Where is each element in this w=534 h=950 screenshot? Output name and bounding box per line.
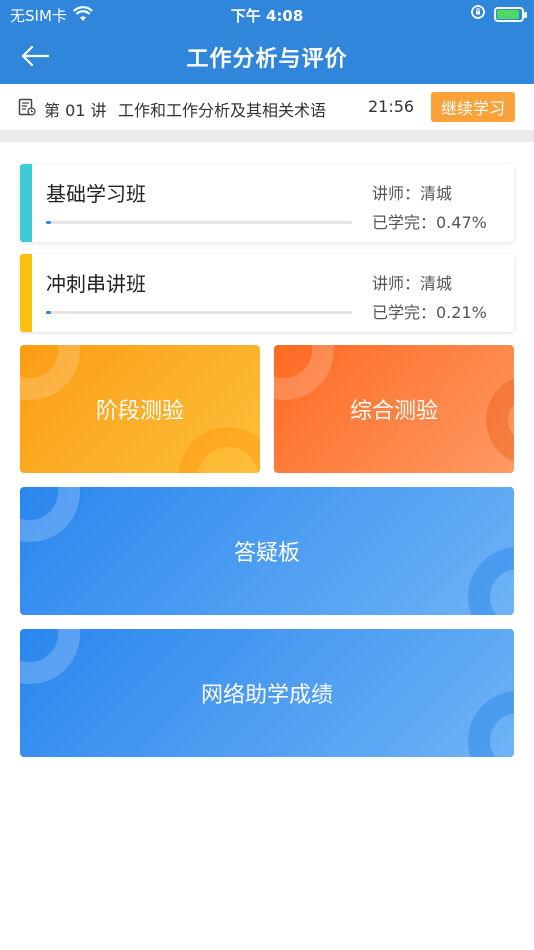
class-name: 基础学习班 xyxy=(46,182,146,206)
tile-decoration xyxy=(274,345,334,400)
status-time: 下午 4:08 xyxy=(230,7,304,25)
progress-fill xyxy=(46,311,51,314)
qa-board-label: 答疑板 xyxy=(233,541,300,566)
continue-learning-button[interactable]: 继续学习 xyxy=(431,92,515,122)
current-lesson-bar: 第 01 讲 工作和工作分析及其相关术语 21:56 继续学习 xyxy=(0,84,534,130)
online-scores-tile[interactable]: 网络助学成绩 xyxy=(20,629,514,757)
comprehensive-test-label: 综合测验 xyxy=(349,399,438,424)
class-teacher: 讲师：清城 xyxy=(372,274,453,293)
class-accent-bar xyxy=(20,254,32,332)
class-learned: 已学完：0.47% xyxy=(372,213,487,232)
status-right xyxy=(470,4,527,24)
class-card-basic[interactable]: 基础学习班 讲师：清城 已学完：0.47% xyxy=(20,164,514,242)
tile-decoration xyxy=(20,629,80,684)
class-learned: 已学完：0.21% xyxy=(372,303,487,322)
progress-bar xyxy=(46,311,352,314)
tile-decoration xyxy=(486,375,514,465)
page-title: 工作分析与评价 xyxy=(186,47,348,72)
progress-fill xyxy=(46,221,51,224)
class-teacher: 讲师：清城 xyxy=(372,184,453,203)
online-scores-label: 网络助学成绩 xyxy=(200,683,333,708)
section-divider xyxy=(0,130,534,142)
status-bar: 无SIM卡 下午 4:08 xyxy=(0,0,534,28)
tile-decoration xyxy=(178,427,260,473)
lesson-number: 第 01 讲 xyxy=(44,101,107,120)
class-accent-bar xyxy=(20,164,32,242)
tile-decoration xyxy=(20,345,80,400)
lesson-duration: 21:56 xyxy=(368,97,415,116)
tile-decoration xyxy=(468,691,514,757)
tile-decoration xyxy=(20,487,80,542)
app-screen: 无SIM卡 下午 4:08 工作分析与评价 第 01 讲 工作和工作分析及其相关… xyxy=(0,0,534,950)
tile-decoration xyxy=(468,547,514,615)
class-name: 冲刺串讲班 xyxy=(46,272,146,296)
lesson-book-icon xyxy=(18,98,36,116)
stage-test-tile[interactable]: 阶段测验 xyxy=(20,345,260,473)
lesson-title: 工作和工作分析及其相关术语 xyxy=(118,101,327,120)
class-card-sprint[interactable]: 冲刺串讲班 讲师：清城 已学完：0.21% xyxy=(20,254,514,332)
comprehensive-test-tile[interactable]: 综合测验 xyxy=(274,345,514,473)
qa-board-tile[interactable]: 答疑板 xyxy=(20,487,514,615)
battery-icon xyxy=(494,6,527,22)
stage-test-label: 阶段测验 xyxy=(95,399,184,424)
rotation-lock-icon xyxy=(470,4,486,24)
nav-bar: 工作分析与评价 xyxy=(0,28,534,84)
progress-bar xyxy=(46,221,352,224)
